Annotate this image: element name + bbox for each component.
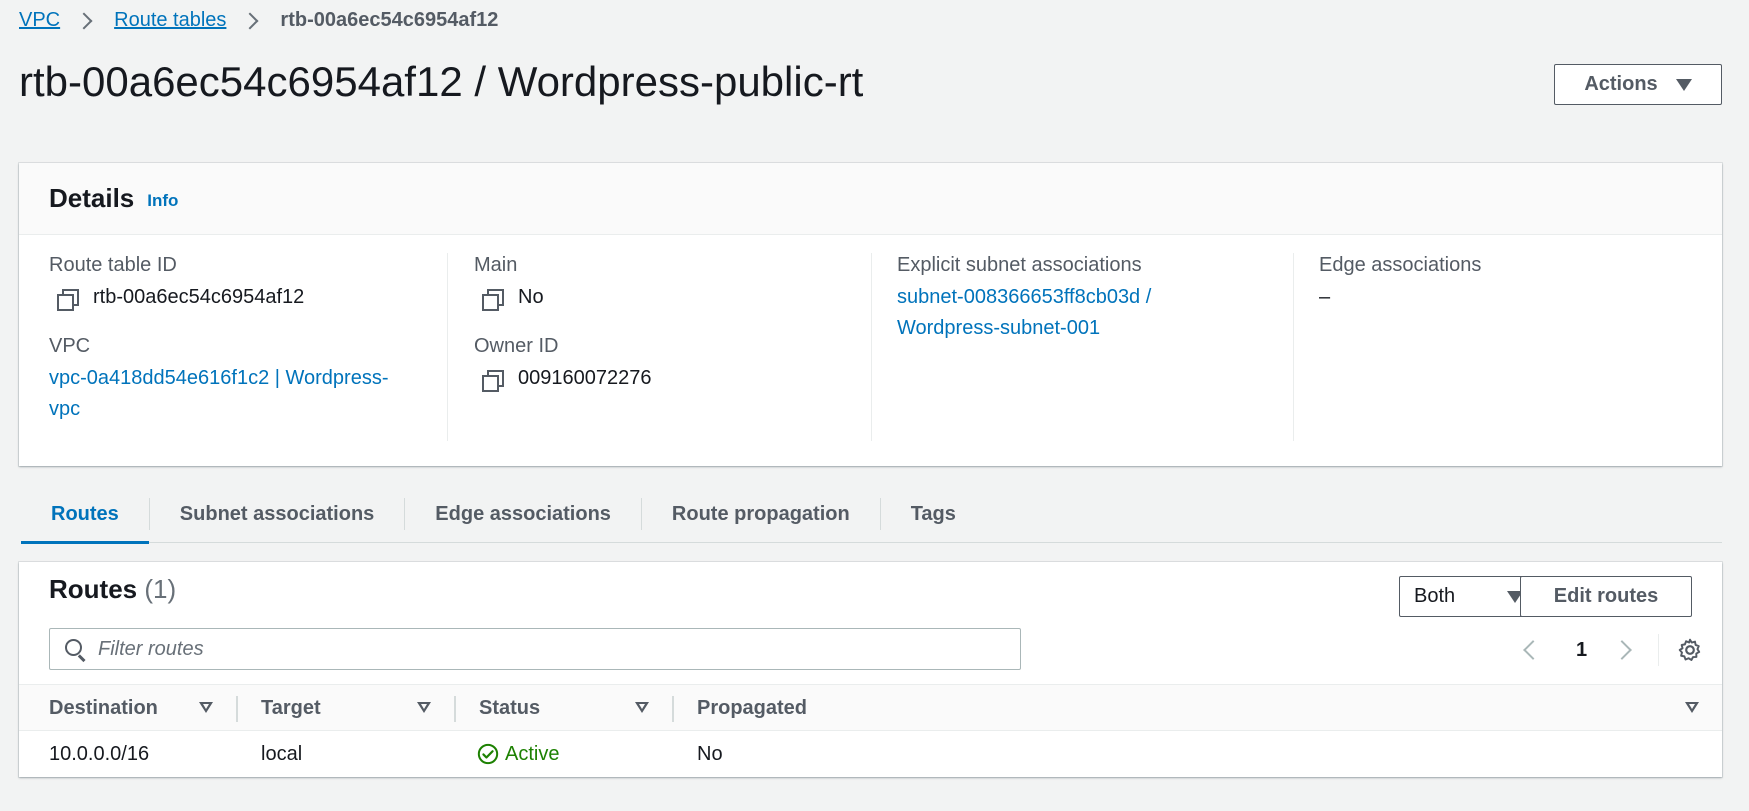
filter-routes-input[interactable] (98, 637, 978, 661)
actions-button[interactable]: Actions (1554, 64, 1722, 105)
column-propagated[interactable]: Propagated (697, 685, 807, 731)
tab-route-propagation[interactable]: Route propagation (642, 486, 880, 543)
details-title: Details (49, 183, 135, 213)
actions-label: Actions (1584, 73, 1658, 95)
copy-icon[interactable] (480, 368, 504, 392)
breadcrumb-route-tables-link[interactable]: Route tables (114, 9, 226, 32)
column-status[interactable]: Status (479, 685, 540, 731)
vpc-link[interactable]: vpc-0a418dd54e616f1c2 | Wordpress- vpc (49, 362, 429, 426)
details-col-1: Route table ID rtb-00a6ec54c6954af12 VPC… (49, 253, 429, 441)
details-col-4: Edge associations – (1293, 253, 1693, 441)
filter-routes-field[interactable] (49, 628, 1021, 670)
tab-bar: Routes Subnet associations Edge associat… (21, 486, 1722, 544)
pagination: 1 (1519, 630, 1703, 670)
routes-panel: Routes (1) Both Edit routes 1 Destinatio… (19, 562, 1722, 777)
chevron-left-icon[interactable] (1523, 640, 1543, 660)
details-col-2: Main No Owner ID 009160072276 (447, 253, 871, 441)
tab-tags[interactable]: Tags (881, 486, 986, 543)
explicit-subnet-link[interactable]: subnet-008366653ff8cb03d / Wordpress-sub… (897, 281, 1293, 345)
status-text: Active (505, 742, 560, 765)
routes-title-text: Routes (49, 574, 138, 604)
cell-status: Active (477, 731, 559, 777)
owner-id-label: Owner ID (474, 335, 559, 357)
routes-title: Routes (1) (49, 574, 176, 605)
sort-icon[interactable] (1685, 702, 1699, 713)
explicit-subnet-label: Explicit subnet associations (897, 254, 1142, 276)
column-propagated-label: Propagated (697, 696, 808, 719)
column-target-label: Target (261, 696, 321, 719)
column-resizer[interactable] (454, 696, 456, 722)
cell-propagated: No (697, 742, 723, 765)
caret-down-icon (1675, 78, 1692, 91)
cell-destination: 10.0.0.0/16 (49, 742, 150, 765)
chevron-right-icon (241, 12, 259, 29)
edge-associations-value: – (1319, 286, 1331, 308)
copy-icon[interactable] (55, 287, 79, 311)
column-resizer[interactable] (236, 696, 238, 722)
column-status-label: Status (479, 696, 541, 719)
edge-associations-label: Edge associations (1319, 254, 1482, 276)
route-table-id-label: Route table ID (49, 254, 177, 276)
details-header: Details Info (19, 163, 1722, 235)
chevron-right-icon[interactable] (1612, 640, 1633, 660)
gear-icon[interactable] (1677, 637, 1703, 663)
routes-count: (1) (144, 574, 177, 604)
main-label: Main (474, 254, 518, 276)
route-filter-select[interactable]: Both (1399, 576, 1538, 617)
vpc-link-line2: vpc (49, 398, 81, 420)
owner-id-value: 009160072276 (518, 367, 652, 389)
sort-icon[interactable] (635, 702, 649, 713)
sort-icon[interactable] (199, 702, 213, 713)
page-title: rtb-00a6ec54c6954af12 / Wordpress-public… (19, 58, 864, 105)
explicit-subnet-line1: subnet-008366653ff8cb03d / (897, 286, 1152, 308)
column-destination[interactable]: Destination (49, 685, 158, 731)
route-filter-select-value: Both (1414, 585, 1456, 607)
page-number[interactable]: 1 (1576, 639, 1587, 662)
search-icon (64, 638, 86, 660)
info-link[interactable]: Info (147, 191, 178, 211)
breadcrumb-current: rtb-00a6ec54c6954af12 (280, 9, 499, 31)
breadcrumb-vpc-link[interactable]: VPC (19, 9, 60, 32)
pager-divider (1658, 634, 1660, 666)
copy-icon[interactable] (480, 287, 504, 311)
explicit-subnet-line2: Wordpress-subnet-001 (897, 317, 1101, 339)
vpc-label: VPC (49, 335, 91, 357)
column-target[interactable]: Target (261, 685, 321, 731)
tab-edge-associations[interactable]: Edge associations (405, 486, 641, 543)
column-destination-label: Destination (49, 696, 158, 719)
routes-table-header: Destination Target Status Propagated (19, 684, 1722, 731)
details-col-3: Explicit subnet associations subnet-0083… (871, 253, 1293, 441)
table-row[interactable]: 10.0.0.0/16 local Active No (19, 731, 1722, 777)
status-success-icon (477, 743, 499, 765)
column-resizer[interactable] (672, 696, 674, 722)
details-panel: Details Info Route table ID rtb-00a6ec54… (19, 163, 1722, 466)
tab-subnet-associations[interactable]: Subnet associations (150, 486, 405, 543)
main-value: No (518, 286, 544, 308)
breadcrumb: VPC Route tables rtb-00a6ec54c6954af12 (19, 9, 498, 32)
chevron-right-icon (75, 12, 93, 29)
cell-target: local (261, 742, 303, 765)
vpc-link-line1: vpc-0a418dd54e616f1c2 | Wordpress- (49, 367, 389, 389)
tab-routes[interactable]: Routes (21, 486, 149, 544)
route-table-id-value: rtb-00a6ec54c6954af12 (93, 286, 305, 308)
sort-icon[interactable] (417, 702, 431, 713)
edit-routes-button[interactable]: Edit routes (1520, 576, 1692, 617)
